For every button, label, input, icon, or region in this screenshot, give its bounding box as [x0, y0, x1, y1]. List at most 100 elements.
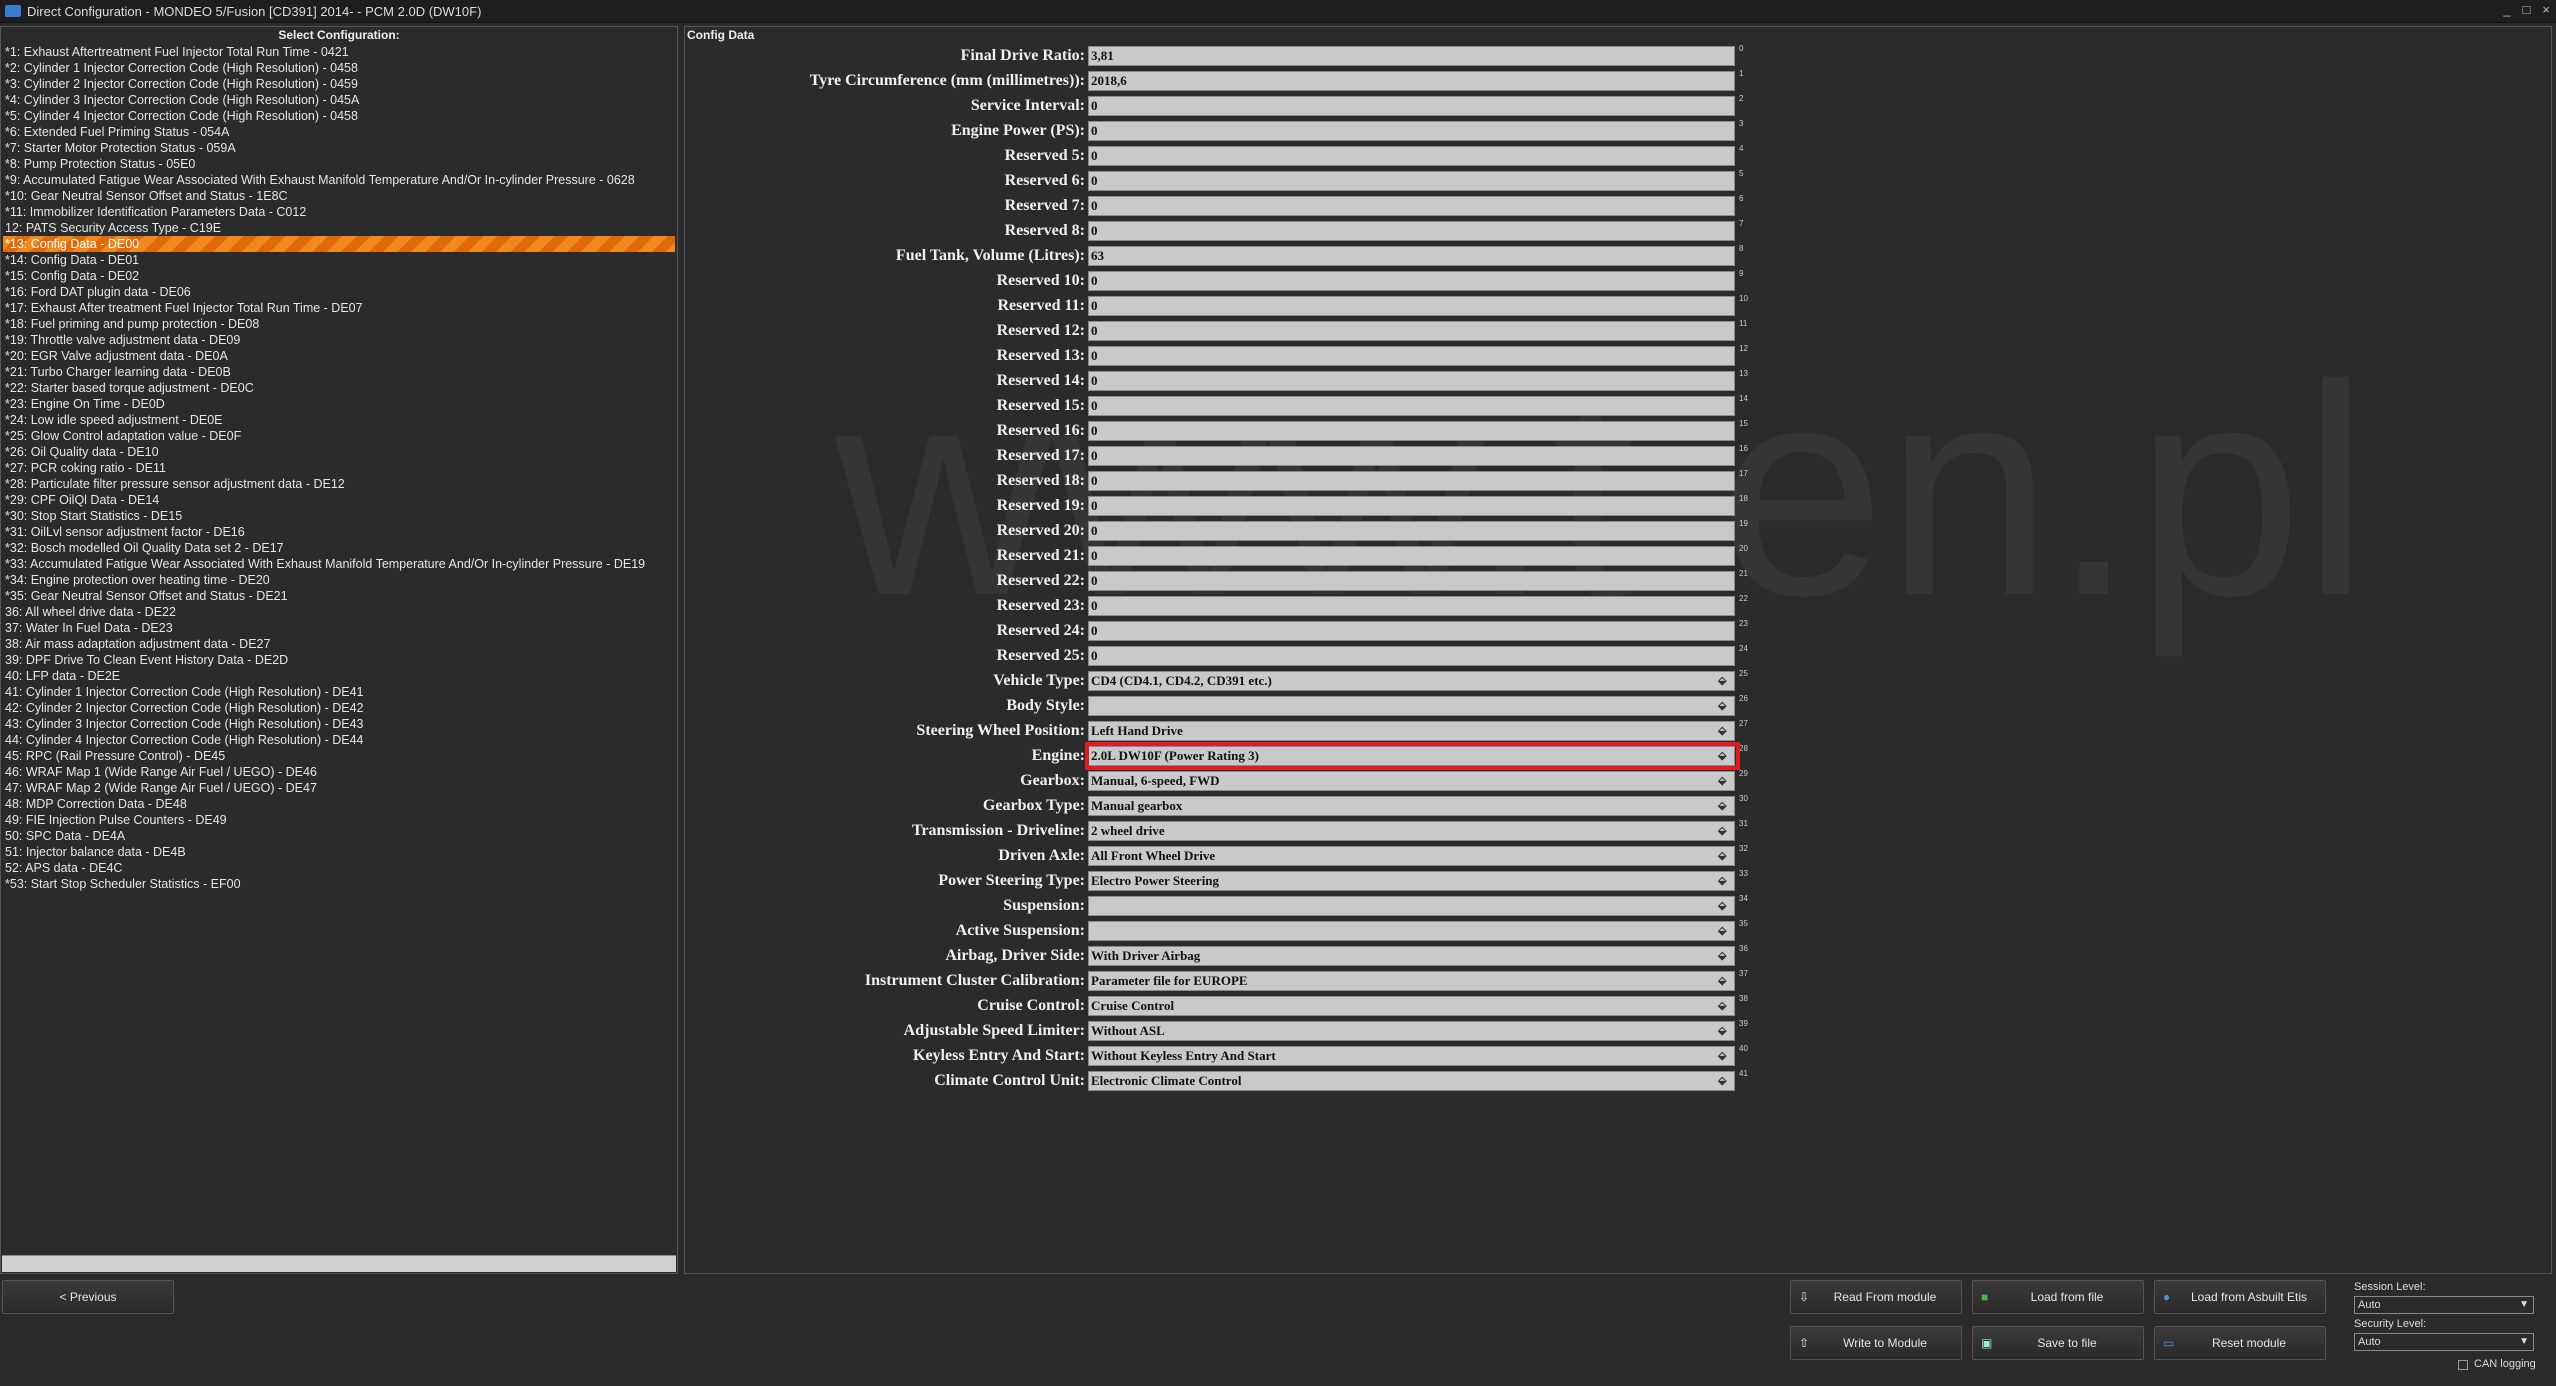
- field-dropdown[interactable]: ⬙: [1088, 696, 1735, 716]
- field-input[interactable]: 0: [1088, 571, 1735, 591]
- config-list-item[interactable]: *25: Glow Control adaptation value - DE0…: [3, 428, 675, 444]
- field-dropdown[interactable]: With Driver Airbag ⬙: [1088, 946, 1735, 966]
- dropdown-arrow-icon[interactable]: ⬙: [1718, 700, 1730, 712]
- dropdown-arrow-icon[interactable]: ⬙: [1718, 825, 1730, 837]
- field-input[interactable]: 0: [1088, 471, 1735, 491]
- field-dropdown[interactable]: Electronic Climate Control ⬙: [1088, 1071, 1735, 1091]
- field-dropdown[interactable]: Manual, 6-speed, FWD ⬙: [1088, 771, 1735, 791]
- load-from-asbuilt-button[interactable]: ● Load from Asbuilt Etis: [2154, 1280, 2326, 1314]
- field-dropdown[interactable]: Without ASL ⬙: [1088, 1021, 1735, 1041]
- config-list-item[interactable]: *29: CPF OilQl Data - DE14: [3, 492, 675, 508]
- config-list-item[interactable]: *13: Config Data - DE00: [3, 236, 675, 252]
- config-list-item[interactable]: 38: Air mass adaptation adjustment data …: [3, 636, 675, 652]
- config-list-item[interactable]: 47: WRAF Map 2 (Wide Range Air Fuel / UE…: [3, 780, 675, 796]
- config-list-item[interactable]: 48: MDP Correction Data - DE48: [3, 796, 675, 812]
- config-list-item[interactable]: *53: Start Stop Scheduler Statistics - E…: [3, 876, 675, 892]
- field-input[interactable]: 0: [1088, 621, 1735, 641]
- field-dropdown[interactable]: CD4 (CD4.1, CD4.2, CD391 etc.) ⬙: [1088, 671, 1735, 691]
- maximize-button[interactable]: □: [2523, 2, 2531, 17]
- previous-button[interactable]: < Previous: [2, 1280, 174, 1314]
- field-dropdown[interactable]: Left Hand Drive ⬙: [1088, 721, 1735, 741]
- config-list-item[interactable]: *28: Particulate filter pressure sensor …: [3, 476, 675, 492]
- dropdown-arrow-icon[interactable]: ⬙: [1718, 725, 1730, 737]
- config-list-item[interactable]: *11: Immobilizer Identification Paramete…: [3, 204, 675, 220]
- config-list-item[interactable]: *6: Extended Fuel Priming Status - 054A: [3, 124, 675, 140]
- field-dropdown[interactable]: ⬙: [1088, 921, 1735, 941]
- config-list-item[interactable]: *22: Starter based torque adjustment - D…: [3, 380, 675, 396]
- field-input[interactable]: 0: [1088, 271, 1735, 291]
- config-list-item[interactable]: *26: Oil Quality data - DE10: [3, 444, 675, 460]
- field-dropdown[interactable]: Parameter file for EUROPE ⬙: [1088, 971, 1735, 991]
- security-level-select[interactable]: Auto ▼: [2354, 1333, 2534, 1351]
- configuration-list[interactable]: *1: Exhaust Aftertreatment Fuel Injector…: [3, 44, 675, 1253]
- config-list-item[interactable]: *16: Ford DAT plugin data - DE06: [3, 284, 675, 300]
- field-dropdown[interactable]: 2 wheel drive ⬙: [1088, 821, 1735, 841]
- field-input[interactable]: 2018,6: [1088, 71, 1735, 91]
- field-dropdown[interactable]: All Front Wheel Drive ⬙: [1088, 846, 1735, 866]
- config-list-item[interactable]: *3: Cylinder 2 Injector Correction Code …: [3, 76, 675, 92]
- config-list-item[interactable]: *10: Gear Neutral Sensor Offset and Stat…: [3, 188, 675, 204]
- field-input[interactable]: 0: [1088, 371, 1735, 391]
- read-from-module-button[interactable]: ⇩ Read From module: [1790, 1280, 1962, 1314]
- config-list-item[interactable]: *27: PCR coking ratio - DE11: [3, 460, 675, 476]
- config-list-item[interactable]: *18: Fuel priming and pump protection - …: [3, 316, 675, 332]
- field-input[interactable]: 0: [1088, 296, 1735, 316]
- dropdown-arrow-icon[interactable]: ⬙: [1718, 775, 1730, 787]
- config-list-item[interactable]: 39: DPF Drive To Clean Event History Dat…: [3, 652, 675, 668]
- config-list-item[interactable]: *15: Config Data - DE02: [3, 268, 675, 284]
- field-dropdown[interactable]: Without Keyless Entry And Start ⬙: [1088, 1046, 1735, 1066]
- dropdown-arrow-icon[interactable]: ⬙: [1718, 675, 1730, 687]
- field-input[interactable]: 0: [1088, 96, 1735, 116]
- field-input[interactable]: 0: [1088, 221, 1735, 241]
- field-input[interactable]: 0: [1088, 196, 1735, 216]
- field-input[interactable]: 0: [1088, 421, 1735, 441]
- config-list-item[interactable]: *35: Gear Neutral Sensor Offset and Stat…: [3, 588, 675, 604]
- reset-module-button[interactable]: ▭ Reset module: [2154, 1326, 2326, 1360]
- save-to-file-button[interactable]: ▣ Save to file: [1972, 1326, 2144, 1360]
- load-from-file-button[interactable]: ■ Load from file: [1972, 1280, 2144, 1314]
- config-list-item[interactable]: 44: Cylinder 4 Injector Correction Code …: [3, 732, 675, 748]
- field-input[interactable]: 0: [1088, 646, 1735, 666]
- field-input[interactable]: 0: [1088, 496, 1735, 516]
- horizontal-scrollbar[interactable]: [2, 1255, 676, 1272]
- config-list-item[interactable]: *1: Exhaust Aftertreatment Fuel Injector…: [3, 44, 675, 60]
- field-input[interactable]: 0: [1088, 121, 1735, 141]
- config-list-item[interactable]: 52: APS data - DE4C: [3, 860, 675, 876]
- dropdown-arrow-icon[interactable]: ⬙: [1718, 925, 1730, 937]
- dropdown-arrow-icon[interactable]: ⬙: [1718, 975, 1730, 987]
- field-input[interactable]: 0: [1088, 346, 1735, 366]
- can-logging-checkbox[interactable]: [2458, 1360, 2468, 1370]
- config-list-item[interactable]: *21: Turbo Charger learning data - DE0B: [3, 364, 675, 380]
- field-dropdown[interactable]: Manual gearbox ⬙: [1088, 796, 1735, 816]
- config-list-item[interactable]: *14: Config Data - DE01: [3, 252, 675, 268]
- config-list-item[interactable]: 51: Injector balance data - DE4B: [3, 844, 675, 860]
- field-input[interactable]: 0: [1088, 596, 1735, 616]
- config-list-item[interactable]: *17: Exhaust After treatment Fuel Inject…: [3, 300, 675, 316]
- field-dropdown[interactable]: Cruise Control ⬙: [1088, 996, 1735, 1016]
- config-list-item[interactable]: *23: Engine On Time - DE0D: [3, 396, 675, 412]
- field-input[interactable]: 0: [1088, 171, 1735, 191]
- dropdown-arrow-icon[interactable]: ⬙: [1718, 1050, 1730, 1062]
- config-list-item[interactable]: 50: SPC Data - DE4A: [3, 828, 675, 844]
- field-input[interactable]: 0: [1088, 321, 1735, 341]
- config-list-item[interactable]: 40: LFP data - DE2E: [3, 668, 675, 684]
- config-list-item[interactable]: 37: Water In Fuel Data - DE23: [3, 620, 675, 636]
- dropdown-arrow-icon[interactable]: ⬙: [1718, 1025, 1730, 1037]
- field-input[interactable]: 0: [1088, 146, 1735, 166]
- field-input[interactable]: 63: [1088, 246, 1735, 266]
- field-dropdown[interactable]: Electro Power Steering ⬙: [1088, 871, 1735, 891]
- field-input[interactable]: 0: [1088, 396, 1735, 416]
- config-list-item[interactable]: *24: Low idle speed adjustment - DE0E: [3, 412, 675, 428]
- field-dropdown[interactable]: ⬙: [1088, 896, 1735, 916]
- config-list-item[interactable]: 36: All wheel drive data - DE22: [3, 604, 675, 620]
- config-list-item[interactable]: *2: Cylinder 1 Injector Correction Code …: [3, 60, 675, 76]
- write-to-module-button[interactable]: ⇧ Write to Module: [1790, 1326, 1962, 1360]
- config-list-item[interactable]: *34: Engine protection over heating time…: [3, 572, 675, 588]
- close-button[interactable]: ×: [2542, 2, 2550, 17]
- field-input[interactable]: 0: [1088, 521, 1735, 541]
- dropdown-arrow-icon[interactable]: ⬙: [1718, 875, 1730, 887]
- config-list-item[interactable]: *20: EGR Valve adjustment data - DE0A: [3, 348, 675, 364]
- field-input[interactable]: 0: [1088, 546, 1735, 566]
- config-list-item[interactable]: *5: Cylinder 4 Injector Correction Code …: [3, 108, 675, 124]
- dropdown-arrow-icon[interactable]: ⬙: [1718, 850, 1730, 862]
